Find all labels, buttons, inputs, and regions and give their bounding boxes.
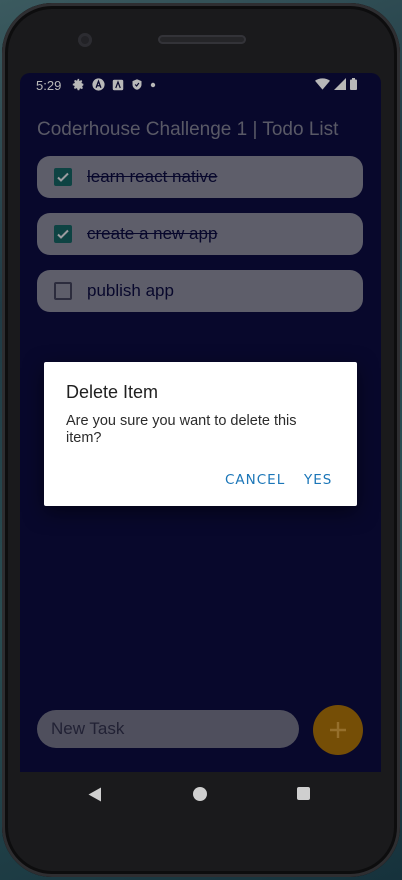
cancel-button[interactable]: CANCEL [225,472,285,488]
system-navigation-bar [20,772,381,820]
recents-icon[interactable] [297,787,310,800]
yes-button[interactable]: YES [304,472,332,488]
dialog-message: Are you sure you want to delete this ite… [66,413,297,446]
dialog-title: Delete Item [66,382,159,402]
app-screen: 5:29 Coderhouse Challenge 1 | Todo List … [20,73,381,772]
delete-dialog: Delete Item Are you sure you want to del… [44,362,357,506]
home-icon[interactable] [193,787,207,801]
back-icon[interactable] [88,787,102,802]
front-camera [78,33,92,47]
earpiece-speaker [158,35,246,44]
